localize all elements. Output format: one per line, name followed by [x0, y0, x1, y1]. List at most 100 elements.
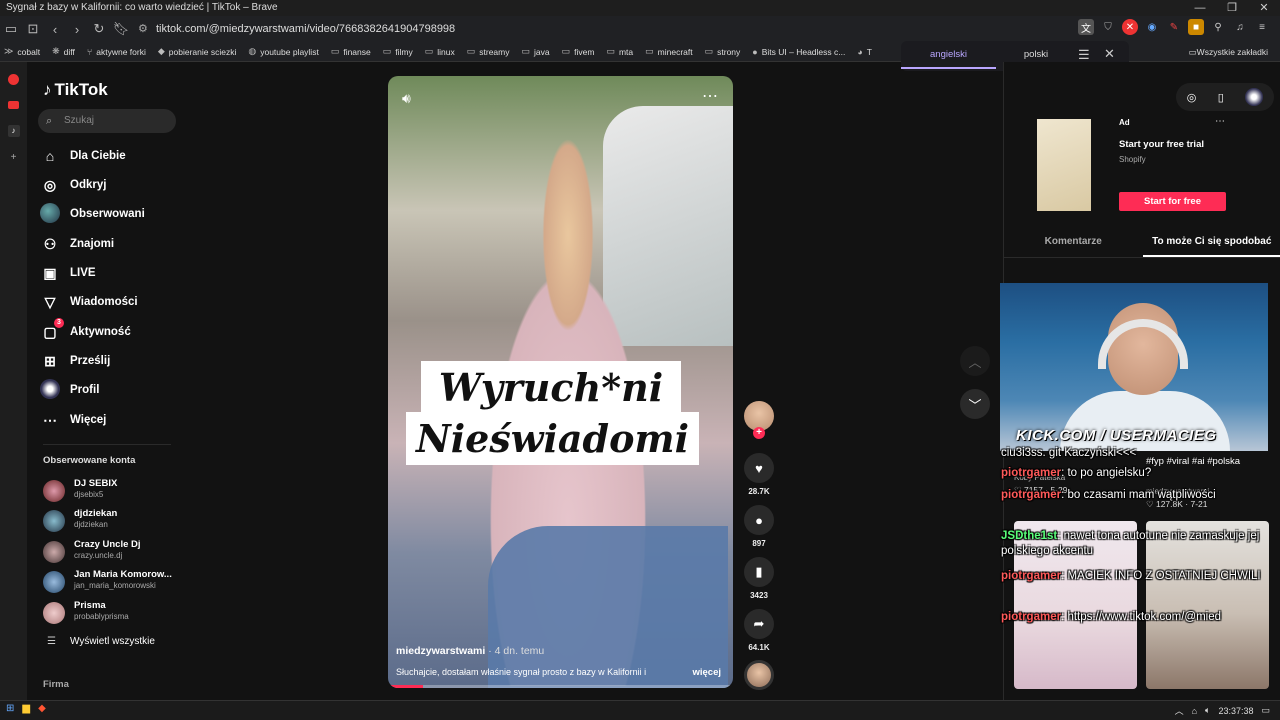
bookmark-item[interactable]: ❋ diff — [52, 46, 75, 57]
video-more-icon[interactable]: ⋯ — [702, 86, 719, 106]
network-icon[interactable]: ⌂ — [1192, 706, 1197, 716]
translate-source-tab[interactable]: angielski — [901, 41, 996, 69]
followed-account[interactable]: Jan Maria Komorow... jan_maria_komorowsk… — [43, 569, 183, 595]
footer-company[interactable]: Firma — [43, 679, 69, 690]
share-button[interactable]: ➦ 64.1K — [742, 609, 776, 652]
bookmark-folder[interactable]: ▭ streamy — [467, 46, 510, 57]
bookmark-item[interactable]: ● Bits UI – Headless c... — [752, 47, 845, 57]
volume-tray-icon[interactable]: 🔈︎ — [1205, 705, 1210, 716]
bookmark-folder[interactable]: ▭ finanse — [331, 46, 371, 57]
video-player[interactable]: 🔊︎ ⋯ Wyruch*ni Nieświadomi miedzywarstwa… — [388, 76, 733, 688]
bookmark-item[interactable]: ◍ youtube playlist — [248, 46, 318, 57]
tab-suggested[interactable]: To może Ci się spodobać — [1142, 230, 1280, 257]
video-more-button[interactable]: więcej — [692, 667, 721, 678]
video-progress-bar[interactable] — [388, 685, 733, 688]
strip-tiktok-icon[interactable]: ♪ — [0, 118, 27, 144]
translate-close-icon[interactable]: ✕ — [1104, 46, 1115, 62]
followed-account[interactable]: Crazy Uncle Dj crazy.uncle.dj — [43, 539, 183, 565]
bookmark-icon[interactable]: 🔖︎ — [110, 18, 132, 40]
restore-button[interactable]: ❐ — [1216, 0, 1248, 16]
follow-plus-icon[interactable]: + — [753, 427, 765, 439]
followed-accounts-title: Obserwowane konta — [43, 455, 136, 466]
start-icon[interactable]: ⊞ — [6, 703, 14, 714]
next-video-button[interactable]: ﹀ — [960, 389, 990, 419]
comment-button[interactable]: ● 897 — [742, 505, 776, 548]
see-all-accounts[interactable]: ☰ Wyświetl wszystkie — [47, 636, 155, 647]
comment-icon: ● — [744, 505, 774, 535]
extension-audio-icon[interactable]: ◉ — [1144, 19, 1160, 35]
like-button[interactable]: ♥ 28.7K — [742, 453, 776, 496]
search-input[interactable]: ⌕ Szukaj — [38, 109, 176, 133]
video-author[interactable]: miedzywarstwami · 4 dn. temu — [396, 645, 544, 657]
followed-account[interactable]: djdziekan djdziekan — [43, 508, 183, 534]
nav-upload[interactable]: ⊞ Prześlij — [40, 350, 110, 372]
strip-add-icon[interactable]: + — [0, 144, 27, 170]
bookmark-item[interactable]: ◕ T — [857, 47, 872, 57]
tray-chevron-icon[interactable]: ︿ — [1175, 704, 1184, 717]
bookmark-item[interactable]: ≫ cobalt — [4, 46, 40, 57]
followed-account[interactable]: DJ SEBIX djsebix5 — [43, 478, 183, 504]
nav-messages[interactable]: ▽ Wiadomości — [40, 291, 138, 313]
nav-activity[interactable]: ▢ 3 Aktywność — [40, 318, 131, 343]
back-icon[interactable]: ‹ — [44, 18, 66, 40]
reload-icon[interactable]: ↻ — [88, 18, 110, 40]
like-count: 28.7K — [748, 487, 770, 496]
phone-icon[interactable]: ▯ — [1218, 91, 1224, 104]
close-window-button[interactable]: ✕ — [1248, 0, 1280, 16]
nav-following[interactable]: Obserwowani — [40, 202, 145, 225]
strip-app-icon[interactable] — [0, 66, 27, 92]
forward-icon[interactable]: › — [66, 18, 88, 40]
nav-friends[interactable]: ⚇ Znajomi — [40, 233, 114, 255]
followed-account[interactable]: Prisma probablyprisma — [43, 600, 183, 626]
bookmark-folder[interactable]: ▭ strony — [705, 46, 741, 57]
menu-icon[interactable]: ≡ — [1254, 19, 1270, 35]
bookmark-item[interactable]: ⑂ aktywne forki — [87, 47, 146, 57]
sidebar-toggle-icon[interactable]: ▭ — [0, 18, 22, 40]
tabs-icon[interactable]: ⊡ — [22, 18, 44, 40]
bookmark-item[interactable]: ◆ pobieranie sciezki — [158, 46, 237, 57]
ad-cta-button[interactable]: Start for free — [1119, 192, 1226, 211]
user-avatar[interactable] — [1245, 88, 1264, 106]
sound-disc-icon[interactable] — [744, 660, 774, 690]
shield-icon[interactable]: ⛉ — [1100, 19, 1116, 35]
file-explorer-icon[interactable]: ▆ — [22, 703, 30, 714]
previous-video-button[interactable]: ︿ — [960, 346, 990, 376]
all-bookmarks[interactable]: ▭ Wszystkie zakładki — [1188, 42, 1268, 61]
nav-explore[interactable]: ◎ Odkryj — [40, 174, 107, 196]
tiktok-logo[interactable]: ♪ TikTok — [43, 80, 108, 100]
bookmark-folder[interactable]: ▭ fivem — [562, 46, 595, 57]
translate-menu-icon[interactable]: ☰ — [1078, 47, 1090, 63]
stream-overlay-tag: KICK.COM / USERMACIEG — [1016, 427, 1217, 444]
search-icon: ⌕ — [46, 115, 53, 127]
volume-icon[interactable]: 🔊︎ — [402, 90, 411, 107]
nav-for-you[interactable]: ⌂ Dla Ciebie — [40, 145, 126, 167]
minimize-button[interactable]: — — [1184, 0, 1216, 16]
brave-taskbar-icon[interactable]: ◆ — [38, 703, 46, 714]
extension-yellow-icon[interactable]: ■ — [1188, 19, 1204, 35]
extension-pen-icon[interactable]: ✎ — [1166, 19, 1182, 35]
folder-icon: ▭ — [1188, 46, 1197, 57]
nav-more[interactable]: ⋯ Więcej — [40, 409, 106, 431]
extension-red-icon[interactable]: ✕ — [1122, 19, 1138, 35]
site-info-icon[interactable]: ⚙ — [138, 18, 148, 40]
compass-icon[interactable]: ◎ — [1187, 91, 1197, 104]
bookmark-folder[interactable]: ▭ java — [522, 46, 550, 57]
ad-more-icon[interactable]: ⋯ — [1215, 116, 1225, 127]
strip-youtube-icon[interactable] — [0, 92, 27, 118]
translate-icon[interactable]: 文 — [1078, 19, 1094, 35]
clock[interactable]: 23:37:38 — [1218, 706, 1253, 716]
folder-icon: ▭ — [382, 46, 392, 56]
tab-comments[interactable]: Komentarze — [1004, 230, 1143, 257]
bookmark-folder[interactable]: ▭ minecraft — [645, 46, 692, 57]
nav-live[interactable]: ▣ LIVE — [40, 262, 95, 284]
address-bar[interactable]: ⚙ tiktok.com/@miedzywarstwami/video/7668… — [134, 18, 1074, 40]
puzzle-icon[interactable]: ⚲ — [1210, 19, 1226, 35]
bookmark-folder[interactable]: ▭ filmy — [383, 46, 413, 57]
music-icon[interactable]: ♫ — [1232, 19, 1248, 35]
notification-icon[interactable]: ▭ — [1261, 705, 1270, 716]
bookmark-folder[interactable]: ▭ linux — [425, 46, 455, 57]
save-button[interactable]: ▮ 3423 — [742, 557, 776, 600]
nav-profile[interactable]: Profil — [40, 378, 99, 401]
bookmark-folder[interactable]: ▭ mta — [606, 46, 633, 57]
ad-thumbnail[interactable] — [1037, 119, 1091, 211]
